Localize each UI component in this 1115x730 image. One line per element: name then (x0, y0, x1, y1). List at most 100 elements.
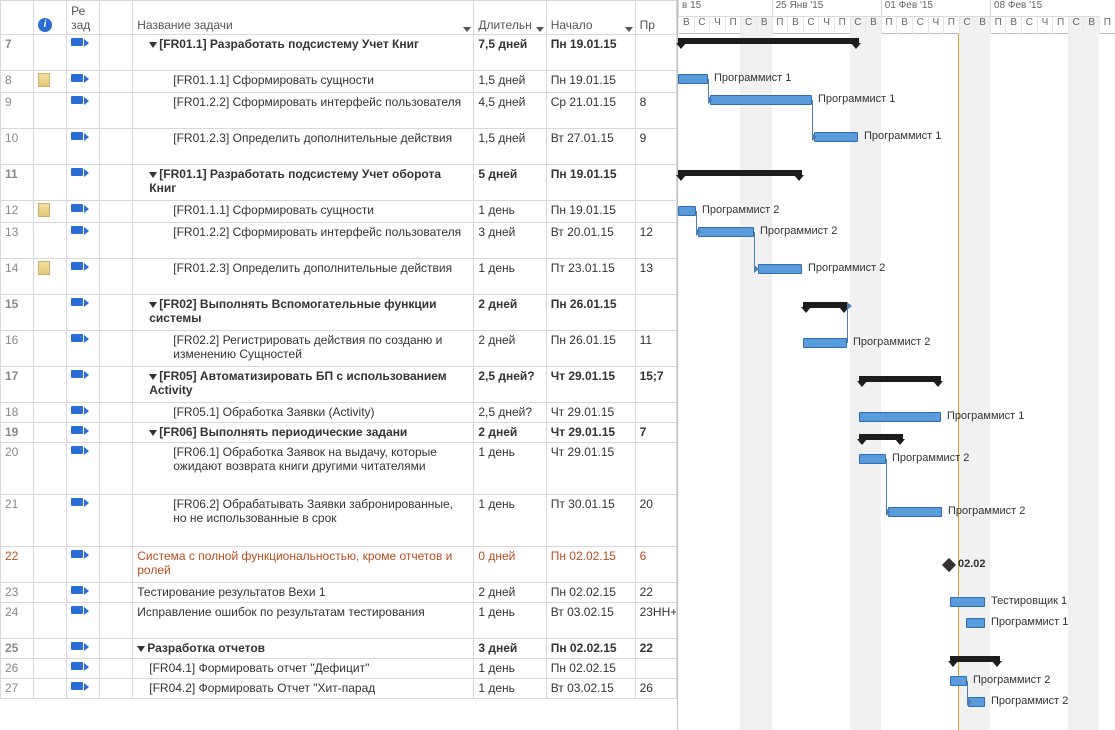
pred-cell[interactable] (635, 35, 676, 71)
table-row[interactable]: 18[FR05.1] Обработка Заявки (Activity)2,… (1, 403, 677, 423)
pred-cell[interactable] (635, 443, 676, 495)
start-cell[interactable]: Пн 02.02.15 (546, 639, 635, 659)
gantt-bar[interactable] (814, 132, 858, 142)
task-name-cell[interactable]: [FR05.1] Обработка Заявки (Activity) (133, 403, 474, 423)
task-name-cell[interactable]: [FR01.1.1] Сформировать сущности (133, 71, 474, 93)
task-name-cell[interactable]: [FR05] Автоматизировать БП с использован… (133, 367, 474, 403)
gantt-summary-bar[interactable] (859, 434, 903, 440)
pred-cell[interactable]: 23НН+1 день (635, 603, 676, 639)
gantt-bar[interactable] (950, 676, 967, 686)
table-row[interactable]: 10[FR01.2.3] Определить дополнительные д… (1, 129, 677, 165)
gantt-bar[interactable] (698, 227, 754, 237)
start-cell[interactable]: Пн 19.01.15 (546, 35, 635, 71)
task-name-cell[interactable]: [FR06.1] Обработка Заявок на выдачу, кот… (133, 443, 474, 495)
duration-cell[interactable]: 1 день (474, 659, 546, 679)
pred-cell[interactable] (635, 659, 676, 679)
pred-cell[interactable]: 20 (635, 495, 676, 547)
gantt-bar[interactable] (678, 74, 708, 84)
start-cell[interactable]: Пт 23.01.15 (546, 259, 635, 295)
expander-icon[interactable] (149, 172, 157, 178)
expander-icon[interactable] (149, 374, 157, 380)
pred-cell[interactable]: 9 (635, 129, 676, 165)
duration-cell[interactable]: 1,5 дней (474, 71, 546, 93)
pred-cell[interactable]: 26 (635, 679, 676, 699)
start-cell[interactable]: Чт 29.01.15 (546, 367, 635, 403)
gantt-bar[interactable] (678, 206, 696, 216)
gantt-body[interactable]: Программист 1Программист 1Программист 1П… (678, 34, 1115, 730)
pred-cell[interactable]: 12 (635, 223, 676, 259)
start-cell[interactable]: Пн 19.01.15 (546, 71, 635, 93)
table-row[interactable]: 22Система с полной функциональностью, кр… (1, 547, 677, 583)
gantt-bar[interactable] (758, 264, 802, 274)
expander-icon[interactable] (149, 430, 157, 436)
duration-cell[interactable]: 1 день (474, 259, 546, 295)
task-name-cell[interactable]: Тестирование результатов Вехи 1 (133, 583, 474, 603)
task-name-cell[interactable]: [FR01.1] Разработать подсистему Учет обо… (133, 165, 474, 201)
gantt-summary-bar[interactable] (803, 302, 847, 308)
duration-cell[interactable]: 7,5 дней (474, 35, 546, 71)
col-header-taskicon[interactable] (100, 1, 133, 35)
pred-cell[interactable]: 6 (635, 547, 676, 583)
pred-cell[interactable] (635, 201, 676, 223)
task-name-cell[interactable]: [FR02.2] Регистрировать действия по созд… (133, 331, 474, 367)
table-row[interactable]: 25Разработка отчетов3 днейПн 02.02.1522 (1, 639, 677, 659)
task-name-cell[interactable]: [FR01.2.2] Сформировать интерфейс пользо… (133, 93, 474, 129)
task-name-cell[interactable]: [FR01.2.2] Сформировать интерфейс пользо… (133, 223, 474, 259)
start-cell[interactable]: Чт 29.01.15 (546, 423, 635, 443)
duration-cell[interactable]: 2 дней (474, 423, 546, 443)
pred-cell[interactable] (635, 403, 676, 423)
task-name-cell[interactable]: [FR02] Выполнять Вспомогательные функции… (133, 295, 474, 331)
task-name-cell[interactable]: [FR01.1] Разработать подсистему Учет Кни… (133, 35, 474, 71)
table-row[interactable]: 16[FR02.2] Регистрировать действия по со… (1, 331, 677, 367)
pred-cell[interactable]: 7 (635, 423, 676, 443)
col-header-duration[interactable]: Длительн (474, 1, 546, 35)
task-name-cell[interactable]: [FR06.2] Обрабатывать Заявки забронирова… (133, 495, 474, 547)
start-cell[interactable]: Пн 02.02.15 (546, 659, 635, 679)
table-row[interactable]: 23Тестирование результатов Вехи 12 днейП… (1, 583, 677, 603)
table-row[interactable]: 21[FR06.2] Обрабатывать Заявки заброниро… (1, 495, 677, 547)
table-row[interactable]: 9[FR01.2.2] Сформировать интерфейс польз… (1, 93, 677, 129)
duration-cell[interactable]: 2 дней (474, 583, 546, 603)
start-cell[interactable]: Ср 21.01.15 (546, 93, 635, 129)
gantt-bar[interactable] (888, 507, 942, 517)
task-name-cell[interactable]: [FR04.1] Формировать отчет "Дефицит" (133, 659, 474, 679)
duration-cell[interactable]: 2 дней (474, 331, 546, 367)
pred-cell[interactable] (635, 71, 676, 93)
expander-icon[interactable] (137, 646, 145, 652)
gantt-bar[interactable] (710, 95, 812, 105)
start-cell[interactable]: Вт 03.02.15 (546, 603, 635, 639)
table-row[interactable]: 8[FR01.1.1] Сформировать сущности1,5 дне… (1, 71, 677, 93)
duration-cell[interactable]: 5 дней (474, 165, 546, 201)
gantt-bar[interactable] (803, 338, 847, 348)
duration-cell[interactable]: 3 дней (474, 639, 546, 659)
col-header-start[interactable]: Начало (546, 1, 635, 35)
gantt-summary-bar[interactable] (678, 38, 859, 44)
table-row[interactable]: 13[FR01.2.2] Сформировать интерфейс поль… (1, 223, 677, 259)
start-cell[interactable]: Вт 27.01.15 (546, 129, 635, 165)
table-row[interactable]: 17[FR05] Автоматизировать БП с использов… (1, 367, 677, 403)
gantt-bar[interactable] (859, 454, 886, 464)
task-name-cell[interactable]: [FR01.2.3] Определить дополнительные дей… (133, 129, 474, 165)
gantt-bar[interactable] (966, 618, 985, 628)
task-name-cell[interactable]: [FR01.2.3] Определить дополнительные дей… (133, 259, 474, 295)
table-row[interactable]: 14[FR01.2.3] Определить дополнительные д… (1, 259, 677, 295)
col-header-info[interactable]: i (34, 1, 67, 35)
pred-cell[interactable]: 15;7 (635, 367, 676, 403)
table-row[interactable]: 7[FR01.1] Разработать подсистему Учет Кн… (1, 35, 677, 71)
gantt-milestone[interactable] (942, 558, 956, 572)
col-header-mode[interactable]: Ре зад (67, 1, 100, 35)
table-row[interactable]: 19[FR06] Выполнять периодические задани2… (1, 423, 677, 443)
duration-cell[interactable]: 2,5 дней? (474, 367, 546, 403)
start-cell[interactable]: Чт 29.01.15 (546, 403, 635, 423)
col-header-rownum[interactable] (1, 1, 34, 35)
table-row[interactable]: 26[FR04.1] Формировать отчет "Дефицит"1 … (1, 659, 677, 679)
duration-cell[interactable]: 1 день (474, 495, 546, 547)
table-row[interactable]: 11[FR01.1] Разработать подсистему Учет о… (1, 165, 677, 201)
start-cell[interactable]: Пн 26.01.15 (546, 295, 635, 331)
pred-cell[interactable] (635, 295, 676, 331)
pred-cell[interactable]: 22 (635, 583, 676, 603)
duration-cell[interactable]: 1 день (474, 443, 546, 495)
duration-cell[interactable]: 4,5 дней (474, 93, 546, 129)
duration-cell[interactable]: 2,5 дней? (474, 403, 546, 423)
pred-cell[interactable]: 22 (635, 639, 676, 659)
